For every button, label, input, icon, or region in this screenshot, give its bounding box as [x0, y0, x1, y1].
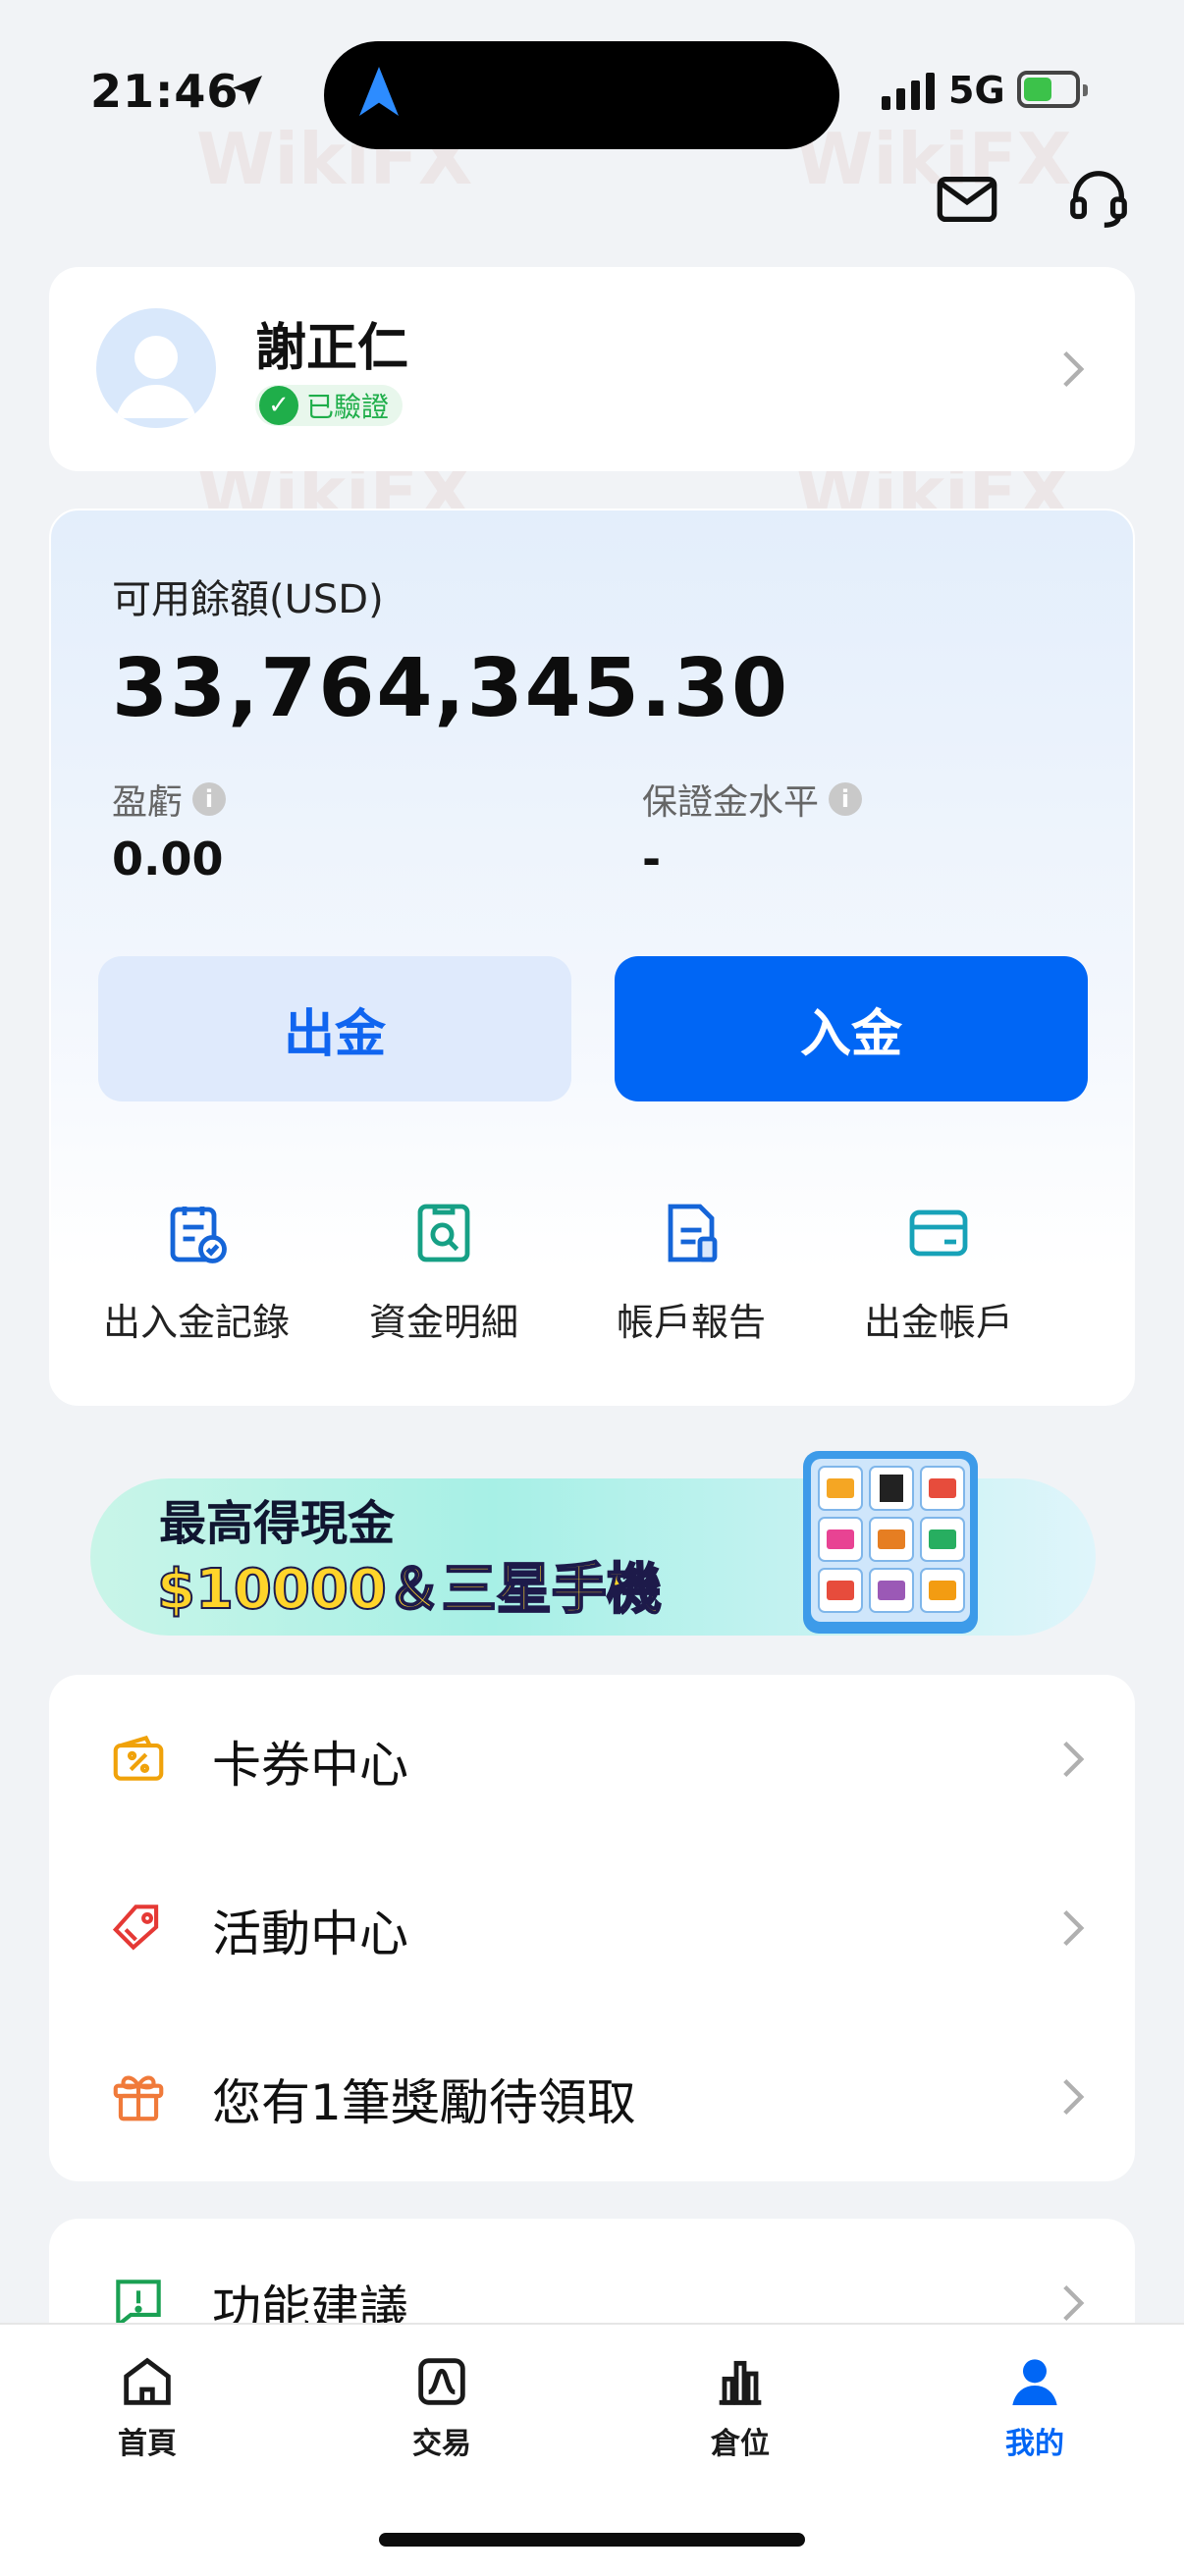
- quick-action-label: 出入金記錄: [102, 1301, 290, 1344]
- tab-profile[interactable]: 我的: [956, 2350, 1113, 2462]
- tab-label: 首頁: [118, 2427, 177, 2461]
- banner-title: 最高得現金: [159, 1496, 396, 1551]
- chevron-right-icon: [1063, 1741, 1085, 1778]
- profile-card[interactable]: 謝正仁 ✓ 已驗證: [49, 267, 1135, 471]
- quick-action-fund-details[interactable]: 資金明細: [320, 1198, 567, 1346]
- menu-card: 卡券中心 活動中心 您有1筆獎勵待領取: [49, 1675, 1135, 2181]
- report-icon: [668, 1204, 718, 1262]
- mail-icon[interactable]: [933, 165, 1001, 234]
- info-icon[interactable]: i: [192, 782, 227, 816]
- quick-action-label: 出金帳戶: [863, 1301, 1013, 1344]
- info-icon[interactable]: i: [829, 782, 863, 816]
- navigation-icon: [359, 67, 399, 116]
- balance-label: 可用餘額(USD): [112, 577, 384, 622]
- quick-action-fund-records[interactable]: 出入金記錄: [73, 1198, 320, 1346]
- user-name: 謝正仁: [255, 319, 409, 378]
- pnl-label: 盈虧: [112, 782, 184, 823]
- chevron-right-icon: [1063, 1909, 1085, 1947]
- profile-icon: [1012, 2359, 1057, 2405]
- clipboard-check-icon: [170, 1207, 227, 1263]
- tab-position[interactable]: 倉位: [662, 2350, 819, 2462]
- margin-label: 保證金水平: [642, 782, 820, 823]
- menu-label: 您有1筆獎勵待領取: [212, 2074, 636, 2131]
- promo-banner[interactable]: 最高得現金 $10000＆三星手機: [90, 1447, 1096, 1637]
- pnl-label-row: 盈虧 i: [112, 774, 227, 825]
- avatar: [96, 308, 216, 428]
- home-icon: [124, 2357, 171, 2405]
- tab-home[interactable]: 首頁: [69, 2350, 226, 2462]
- card-icon: [909, 1209, 968, 1257]
- chevron-right-icon: [1063, 350, 1085, 388]
- coupon-icon: [113, 1735, 164, 1781]
- quick-action-label: 帳戶報告: [616, 1301, 766, 1344]
- search-document-icon: [417, 1204, 470, 1262]
- pnl-value: 0.00: [112, 832, 224, 886]
- home-indicator: [379, 2533, 805, 2547]
- gift-icon: [113, 2075, 164, 2121]
- quick-action-label: 資金明細: [368, 1301, 518, 1344]
- tab-label: 交易: [412, 2427, 471, 2461]
- menu-item-activity-center[interactable]: 活動中心: [49, 1844, 1135, 2012]
- menu-label: 活動中心: [212, 1905, 408, 1962]
- menu-item-pending-reward[interactable]: 您有1筆獎勵待領取: [49, 2012, 1135, 2181]
- position-icon: [719, 2360, 762, 2405]
- balance-value: 33,764,345.30: [112, 642, 790, 735]
- chevron-right-icon: [1063, 2284, 1085, 2322]
- trade-icon: [418, 2358, 465, 2405]
- banner-subtitle: $10000＆三星手機: [156, 1557, 663, 1623]
- tag-icon: [112, 1905, 159, 1951]
- menu-item-coupon-center[interactable]: 卡券中心: [49, 1675, 1135, 1844]
- verified-label: 已驗證: [306, 391, 390, 423]
- battery-icon: [1017, 71, 1080, 108]
- withdraw-button[interactable]: 出金: [98, 956, 571, 1101]
- location-arrow-icon: [233, 76, 262, 105]
- menu-label: 卡券中心: [212, 1737, 408, 1794]
- chevron-right-icon: [1063, 2078, 1085, 2116]
- deposit-button[interactable]: 入金: [615, 956, 1088, 1101]
- verified-badge: ✓ 已驗證: [255, 385, 404, 426]
- quick-action-account-report[interactable]: 帳戶報告: [567, 1198, 815, 1346]
- dynamic-island: [324, 41, 839, 149]
- status-time: 21:46: [90, 65, 240, 118]
- headset-icon[interactable]: [1064, 165, 1133, 234]
- quick-action-withdrawal-account[interactable]: 出金帳戶: [815, 1198, 1062, 1346]
- tab-label: 倉位: [711, 2427, 770, 2461]
- balance-card: 可用餘額(USD) 33,764,345.30 盈虧 i 0.00 保證金水平 …: [49, 509, 1135, 1406]
- margin-label-row: 保證金水平 i: [642, 774, 863, 825]
- tab-label: 我的: [1005, 2427, 1064, 2461]
- margin-value: -: [642, 832, 662, 886]
- check-icon: ✓: [259, 386, 298, 425]
- network-type: 5G: [948, 69, 1005, 112]
- tab-trade[interactable]: 交易: [363, 2350, 520, 2462]
- signal-icon: [882, 73, 935, 110]
- battery-nub: [1083, 84, 1088, 96]
- prize-grid-icon: [803, 1451, 978, 1634]
